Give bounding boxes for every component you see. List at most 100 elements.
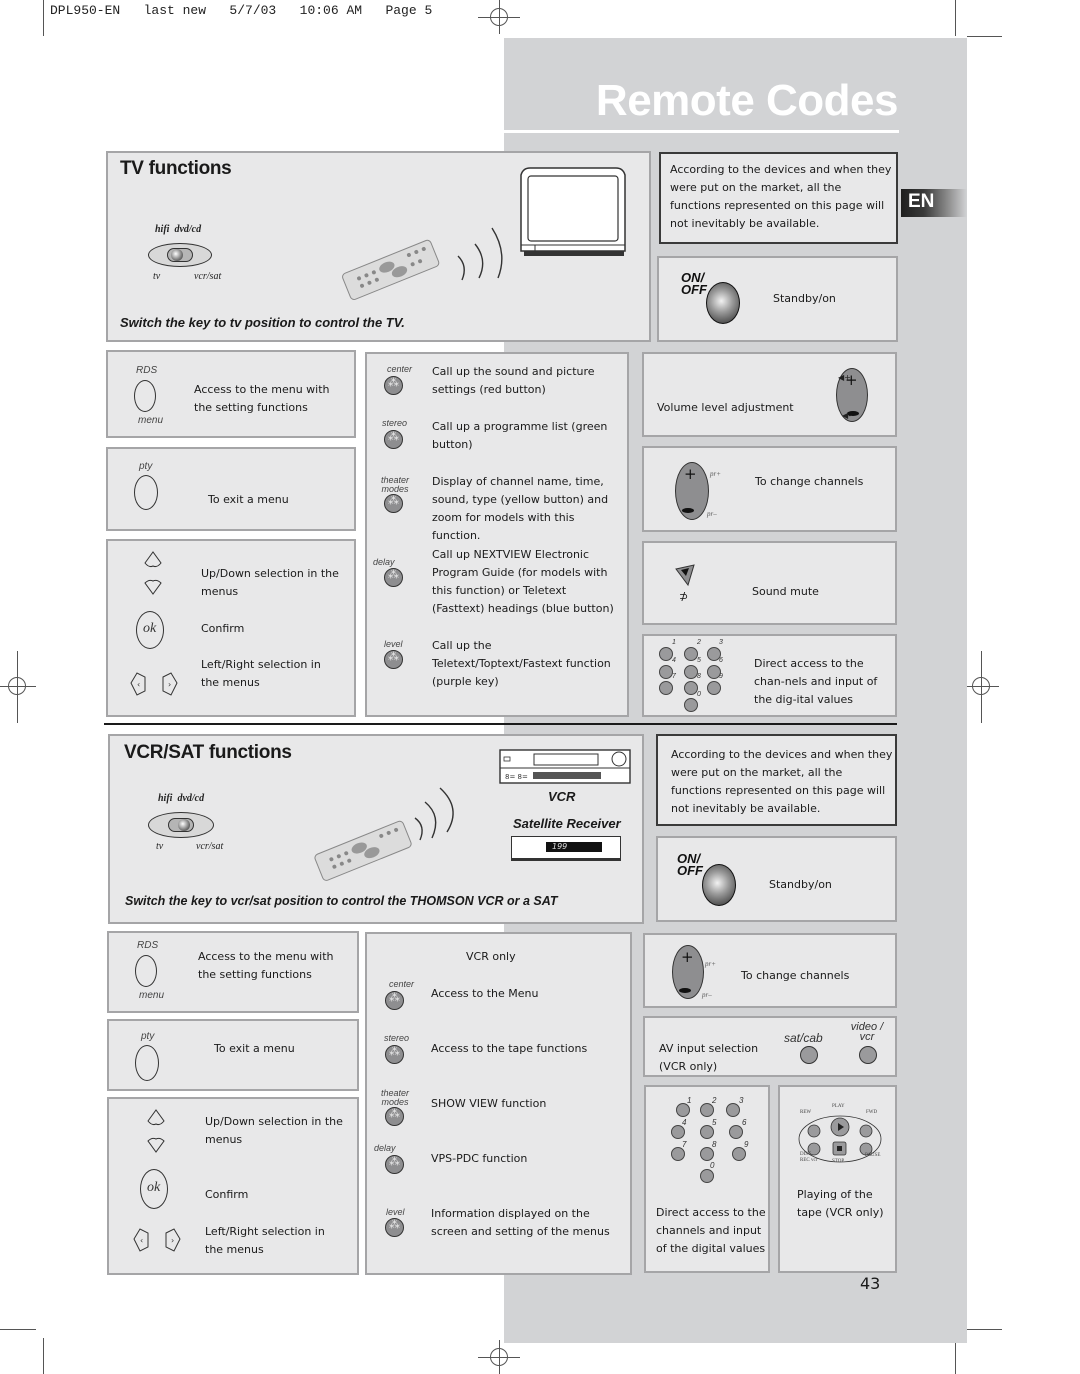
color-keys-panel: VCR only center Access to the Menu stere… [365,932,632,1275]
left-right-keys-icon: ‹ › [133,1228,181,1252]
registration-circle [8,677,26,695]
notice-text: According to the devices and when they w… [671,748,893,815]
crop-mark [43,1338,44,1374]
center-key-label: center [389,979,415,989]
exit-key-icon [134,475,158,510]
channel-text: To change channels [741,969,850,982]
volume-text: Volume level adjustment [657,401,794,414]
delay-key-label: delay [373,557,395,567]
center-key-label: center [387,364,413,374]
menu-key-panel: RDS menu Access to the menu with the set… [107,931,359,1013]
digit-key-4 [659,665,673,679]
stereo-key-label: stereo [382,418,408,428]
language-tab: EN [901,189,967,217]
color-key-text: Display of channel name, time, sound, ty… [432,475,609,542]
digit-key-2 [684,647,698,661]
fwd-key-label: FWD [866,1110,878,1115]
digit-key-4 [671,1125,685,1139]
exit-key-icon [135,1045,159,1081]
confirm-text: Confirm [205,1188,249,1201]
ok-key-icon: ok [136,611,164,649]
color-keys-panel: center Call up the sound and picture set… [365,352,629,717]
left-right-keys-icon: ‹ › [130,672,178,696]
on-off-key-label: ON/OFF [677,851,703,878]
pause-key-label: PAUSE [865,1153,881,1158]
registration-circle [972,677,990,695]
color-key-text: Call up NEXTVIEW Electronic Program Guid… [432,548,614,615]
green-button-icon [384,430,403,449]
power-button-icon [706,282,740,324]
svg-text:›: › [168,680,171,689]
mode-switch-icon [148,243,212,267]
stop-key-label: STOP [832,1159,845,1164]
channel-rocker-icon: + [672,945,704,999]
availability-notice: According to the devices and when they w… [659,152,898,244]
playback-panel: REW PLAY FWD DISC REC vcr STOP PAUSE Pla… [778,1085,897,1273]
channel-text: To change channels [755,475,864,488]
updown-text: Up/Down selection in the menus [205,1115,343,1146]
pty-key-label: pty [141,1031,155,1042]
digit-keys-panel: 1 2 3 4 5 6 7 8 9 0 Direct access to the… [644,1085,770,1273]
tape-functions-button-icon [385,1045,404,1064]
page-number: 43 [860,1274,881,1293]
video-vcr-key-label: video / vcr [850,1021,884,1043]
menu-key-text: Access to the menu with the setting func… [198,950,334,981]
vcr-sat-functions-panel: VCR/SAT functions hifi dvd/cd tv vcr/sat… [108,734,644,924]
navigation-keys-panel: Up/Down selection in the menus ok Confir… [107,1097,359,1275]
pr-minus-label: pr– [707,510,717,518]
registration-circle [490,1348,508,1366]
mute-text: Sound mute [752,585,819,598]
digit-keys-panel: 1 2 3 4 5 6 7 8 9 0 Direct access to the… [642,634,897,717]
section-title: VCR/SAT functions [124,742,292,763]
sat-cab-key-label: sat/cab [784,1031,823,1045]
menu-key-label: menu [139,990,165,1001]
remote-control-icon [314,787,454,881]
channel-rocker-icon: + [675,462,709,520]
ok-key-icon: ok [140,1169,168,1209]
exit-key-panel: pty To exit a menu [106,447,356,531]
crop-mark [967,36,1002,37]
showview-button-icon [385,1107,404,1126]
stereo-key-label: stereo [384,1033,410,1043]
sat-cab-button-icon [800,1046,818,1064]
digit-key-9 [732,1147,746,1161]
pr-plus-label: pr+ [710,470,721,478]
color-key-text: Access to the Menu [431,987,539,1000]
leftright-text: Left/Right selection in the menus [201,658,321,689]
power-button-icon [702,864,736,906]
menu-key-label: menu [138,415,164,426]
play-key-label: PLAY [832,1104,845,1109]
section-title: TV functions [120,158,232,179]
yellow-button-icon [384,494,403,513]
blue-button-icon [384,568,403,587]
satellite-receiver-icon: 199 [511,836,621,861]
av-input-panel: AV input selection (VCR only) sat/cab vi… [643,1016,897,1077]
av-input-text: AV input selection (VCR only) [659,1042,759,1073]
exit-key-text: To exit a menu [214,1042,295,1055]
menu-key-panel: RDS menu Access to the menu with the set… [106,350,356,438]
digit-key-5 [684,665,698,679]
volume-panel: Volume level adjustment + ◀+ ◀- [642,352,897,437]
svg-text:‹: ‹ [137,680,140,689]
switch-top-label: hifi dvd/cd [155,224,202,235]
up-down-keys-icon [144,551,162,595]
tv-functions-panel: TV functions hifi dvd/cd tv vcr/sat Swit… [106,151,651,342]
digit-key-8 [684,681,698,695]
vcr-only-heading: VCR only [466,950,516,963]
color-key-text: VPS-PDC function [431,1152,528,1165]
digit-key-2 [700,1103,714,1117]
digit-key-7 [659,681,673,695]
digit-key-8 [700,1147,714,1161]
instruction-text: Switch the key to tv position to control… [120,315,405,330]
menu-color-button-icon [385,991,404,1010]
svg-text:8= 8=: 8= 8= [505,773,528,781]
instruction-text: Switch the key to vcr/sat position to co… [125,894,558,908]
standby-text: Standby/on [773,292,836,305]
volume-up-icon: ◀+ [838,373,851,382]
digit-keys-text: Direct access to the channels and input … [656,1206,766,1255]
vcr-label: VCR [548,789,576,804]
purple-button-icon [384,650,403,669]
switch-tv-label: tv [156,841,164,852]
vcr-device-icon: 8= 8= [499,749,631,784]
digit-key-6 [729,1125,743,1139]
